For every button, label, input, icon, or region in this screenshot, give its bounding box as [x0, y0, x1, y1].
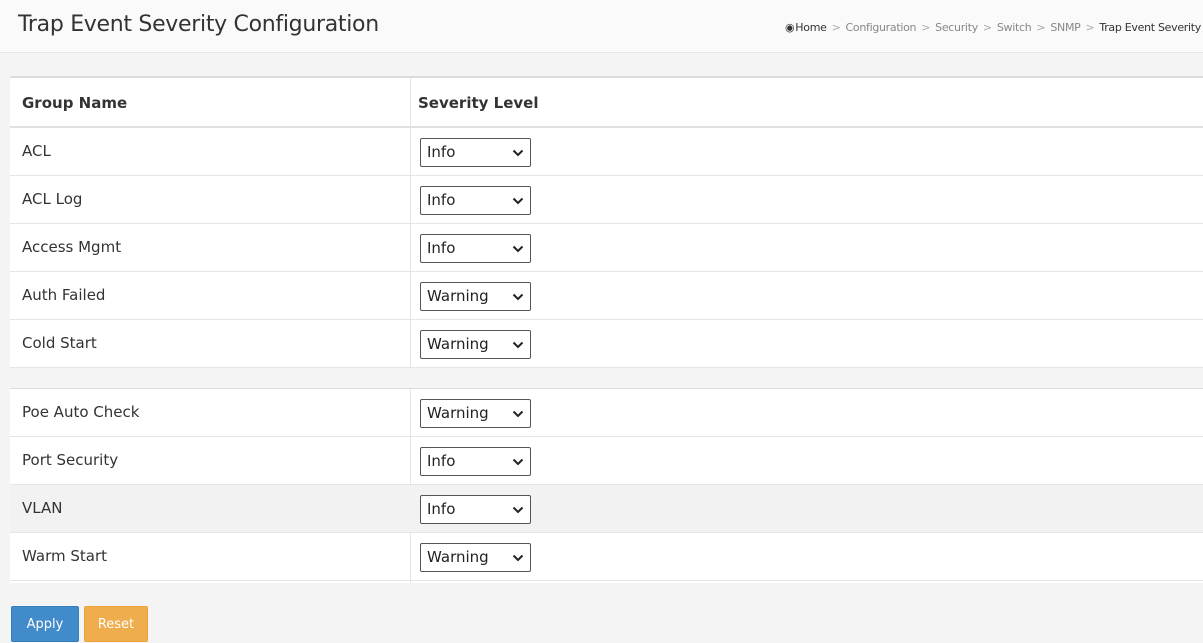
- severity-select[interactable]: Info: [420, 234, 531, 263]
- severity-value: Warning: [427, 548, 489, 566]
- severity-select[interactable]: Warning: [420, 543, 531, 572]
- breadcrumb-switch[interactable]: Switch: [997, 21, 1032, 34]
- chevron-down-icon: [512, 458, 524, 466]
- severity-select[interactable]: Info: [420, 186, 531, 215]
- severity-table-bottom: Poe Auto Check Warning Port Security Inf…: [10, 388, 1203, 583]
- breadcrumb-separator: >: [921, 21, 931, 34]
- breadcrumb-current: Trap Event Severity: [1099, 21, 1201, 34]
- severity-select[interactable]: Warning: [420, 282, 531, 311]
- chevron-down-icon: [512, 197, 524, 205]
- group-name: Port Security: [22, 451, 119, 469]
- severity-table-top: Group Name Severity Level ACL Info ACL L…: [10, 76, 1203, 368]
- chevron-down-icon: [512, 410, 524, 418]
- severity-value: Info: [427, 191, 456, 209]
- breadcrumb-separator: >: [831, 21, 841, 34]
- table-row: ACL Info: [10, 128, 1203, 176]
- group-name: Auth Failed: [22, 286, 106, 304]
- severity-value: Info: [427, 500, 456, 518]
- group-name: Access Mgmt: [22, 238, 122, 256]
- severity-value: Info: [427, 239, 456, 257]
- severity-select[interactable]: Warning: [420, 330, 531, 359]
- severity-value: Warning: [427, 404, 489, 422]
- severity-select[interactable]: Info: [420, 447, 531, 476]
- apply-button[interactable]: Apply: [11, 606, 79, 642]
- breadcrumb-home[interactable]: Home: [795, 21, 827, 34]
- table-row: Cold Start Warning: [10, 320, 1203, 368]
- breadcrumb: ◉Home > Configuration > Security > Switch > SNMP…: [785, 21, 1201, 34]
- table-row: Auth Failed Warning: [10, 272, 1203, 320]
- table-header-row: Group Name Severity Level: [10, 78, 1203, 128]
- severity-value: Warning: [427, 335, 489, 353]
- chevron-down-icon: [512, 149, 524, 157]
- group-name: Cold Start: [22, 334, 97, 352]
- table-row: Poe Auto Check Warning: [10, 389, 1203, 437]
- chevron-down-icon: [512, 554, 524, 562]
- breadcrumb-snmp[interactable]: SNMP: [1050, 21, 1080, 34]
- breadcrumb-configuration[interactable]: Configuration: [846, 21, 917, 34]
- breadcrumb-separator: >: [982, 21, 992, 34]
- chevron-down-icon: [512, 245, 524, 253]
- page-title: Trap Event Severity Configuration: [18, 12, 379, 37]
- group-name: ACL Log: [22, 190, 83, 208]
- breadcrumb-security[interactable]: Security: [935, 21, 978, 34]
- chevron-down-icon: [512, 506, 524, 514]
- severity-value: Warning: [427, 287, 489, 305]
- column-header-severity-level: Severity Level: [418, 94, 539, 112]
- severity-value: Info: [427, 143, 456, 161]
- chevron-down-icon: [512, 341, 524, 349]
- home-icon: ◉: [784, 21, 795, 34]
- group-name: VLAN: [22, 499, 63, 517]
- table-row: ACL Log Info: [10, 176, 1203, 224]
- chevron-down-icon: [512, 293, 524, 301]
- group-name: Poe Auto Check: [22, 403, 140, 421]
- table-row: Access Mgmt Info: [10, 224, 1203, 272]
- table-row: Port Security Info: [10, 437, 1203, 485]
- severity-select[interactable]: Info: [420, 495, 531, 524]
- group-name: Warm Start: [22, 547, 107, 565]
- page-header: Trap Event Severity Configuration ◉Home >…: [0, 0, 1203, 53]
- column-header-group-name: Group Name: [22, 94, 128, 112]
- breadcrumb-separator: >: [1085, 21, 1095, 34]
- table-row: VLAN Info: [10, 485, 1203, 533]
- group-name: ACL: [22, 142, 51, 160]
- table-row: Warm Start Warning: [10, 533, 1203, 581]
- breadcrumb-separator: >: [1036, 21, 1046, 34]
- severity-select[interactable]: Warning: [420, 399, 531, 428]
- severity-value: Info: [427, 452, 456, 470]
- reset-button[interactable]: Reset: [84, 606, 148, 642]
- severity-select[interactable]: Info: [420, 138, 531, 167]
